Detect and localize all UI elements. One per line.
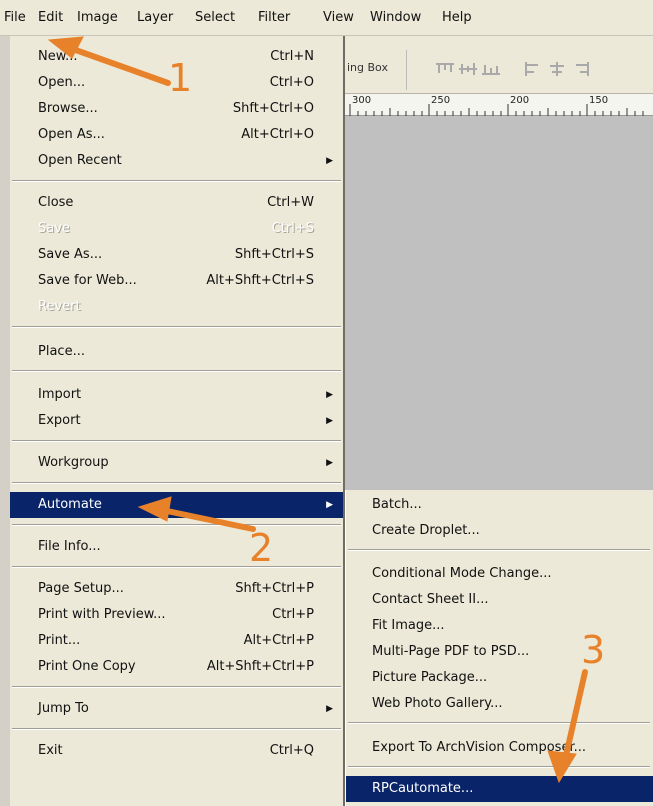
menu-select[interactable]: Select	[195, 9, 235, 27]
align-horizontal-center-icon[interactable]	[547, 61, 567, 77]
menu-item-export[interactable]: Export ▶	[10, 408, 343, 434]
submenu-item-picture-package[interactable]: Picture Package...	[346, 665, 653, 691]
step-number-3: 3	[581, 628, 606, 672]
align-right-icon[interactable]	[571, 61, 591, 77]
menu-item-place[interactable]: Place...	[10, 339, 343, 365]
menu-item-jump-to[interactable]: Jump To ▶	[10, 696, 343, 722]
menu-separator	[12, 686, 341, 688]
submenu-arrow-icon: ▶	[326, 500, 333, 510]
menu-edit[interactable]: Edit	[38, 9, 63, 27]
file-menu-dropdown: New... Ctrl+N Open... Ctrl+O Browse... S…	[10, 36, 345, 806]
submenu-arrow-icon: ▶	[326, 704, 333, 714]
menu-window[interactable]: Window	[370, 9, 421, 27]
submenu-item-contact-sheet[interactable]: Contact Sheet II...	[346, 587, 653, 613]
menu-separator	[12, 482, 341, 484]
menu-item-print-one-copy[interactable]: Print One Copy Alt+Shft+Ctrl+P	[10, 654, 343, 680]
submenu-item-conditional-mode-change[interactable]: Conditional Mode Change...	[346, 561, 653, 587]
menu-separator	[12, 728, 341, 730]
menu-separator	[348, 549, 650, 551]
menu-item-automate[interactable]: Automate ▶	[10, 492, 343, 518]
submenu-item-multi-page-pdf[interactable]: Multi-Page PDF to PSD...	[346, 639, 653, 665]
menu-separator	[348, 766, 650, 768]
step-number-1: 1	[168, 56, 193, 100]
submenu-arrow-icon: ▶	[326, 390, 333, 400]
menu-item-save-for-web[interactable]: Save for Web... Alt+Shft+Ctrl+S	[10, 268, 343, 294]
align-top-icon[interactable]	[435, 61, 455, 77]
menu-image[interactable]: Image	[77, 9, 118, 27]
menu-layer[interactable]: Layer	[137, 9, 173, 27]
menu-file[interactable]: File	[4, 9, 26, 27]
menu-item-open-as[interactable]: Open As... Alt+Ctrl+O	[10, 122, 343, 148]
menu-separator	[12, 440, 341, 442]
submenu-arrow-icon: ▶	[326, 156, 333, 166]
menu-separator	[12, 180, 341, 182]
menu-item-workgroup[interactable]: Workgroup ▶	[10, 450, 343, 476]
submenu-arrow-icon: ▶	[326, 416, 333, 426]
submenu-item-rpcautomate[interactable]: RPCautomate...	[346, 776, 653, 802]
menu-separator	[12, 524, 341, 526]
bounding-box-label[interactable]: ing Box	[347, 61, 388, 75]
menu-item-print[interactable]: Print... Alt+Ctrl+P	[10, 628, 343, 654]
menu-item-page-setup[interactable]: Page Setup... Shft+Ctrl+P	[10, 576, 343, 602]
ruler-label: 200	[510, 95, 530, 106]
toolbar-separator	[406, 50, 407, 90]
horizontal-ruler[interactable]: 300 250 200 150	[345, 94, 653, 116]
ruler-label: 150	[589, 95, 609, 106]
submenu-item-fit-image[interactable]: Fit Image...	[346, 613, 653, 639]
menu-item-open-recent[interactable]: Open Recent ▶	[10, 148, 343, 174]
submenu-arrow-icon: ▶	[326, 458, 333, 468]
submenu-item-export-to-archvision[interactable]: Export To ArchVision Composer...	[346, 735, 653, 761]
submenu-item-web-photo-gallery[interactable]: Web Photo Gallery...	[346, 691, 653, 717]
ruler-label: 250	[431, 95, 451, 106]
menu-item-file-info[interactable]: File Info...	[10, 534, 343, 560]
ruler-label: 300	[352, 95, 372, 106]
automate-submenu: Batch... Create Droplet... Conditional M…	[345, 490, 653, 806]
submenu-item-create-droplet[interactable]: Create Droplet...	[346, 518, 653, 544]
menu-item-exit[interactable]: Exit Ctrl+Q	[10, 738, 343, 764]
menu-item-close[interactable]: Close Ctrl+W	[10, 190, 343, 216]
align-left-icon[interactable]	[523, 61, 543, 77]
menu-bar: File Edit Image Layer Select Filter View…	[0, 0, 653, 36]
menu-item-revert[interactable]: Revert	[10, 294, 343, 320]
align-bottom-icon[interactable]	[481, 61, 501, 77]
menu-item-import[interactable]: Import ▶	[10, 382, 343, 408]
menu-separator	[12, 370, 341, 372]
options-bar: ing Box	[345, 36, 653, 94]
menu-view[interactable]: View	[323, 9, 354, 27]
menu-item-save-as[interactable]: Save As... Shft+Ctrl+S	[10, 242, 343, 268]
step-number-2: 2	[249, 526, 274, 570]
menu-separator	[12, 566, 341, 568]
menu-separator	[12, 326, 341, 328]
align-vertical-center-icon[interactable]	[458, 61, 478, 77]
menu-item-print-with-preview[interactable]: Print with Preview... Ctrl+P	[10, 602, 343, 628]
menu-filter[interactable]: Filter	[258, 9, 290, 27]
menu-separator	[348, 722, 650, 724]
menu-item-save[interactable]: Save Ctrl+S	[10, 216, 343, 242]
submenu-item-batch[interactable]: Batch...	[346, 492, 653, 518]
menu-help[interactable]: Help	[442, 9, 472, 27]
